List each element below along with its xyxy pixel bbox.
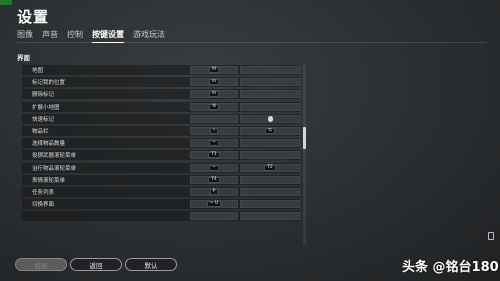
page-title: 设置 bbox=[17, 8, 50, 26]
keybinding-row: 治疗物品滚轮菜单 ~ T2 bbox=[22, 162, 300, 173]
key-cap: T4 bbox=[208, 176, 220, 183]
keybinding-label: 表情滚轮菜单 bbox=[32, 177, 66, 184]
key-cap: P bbox=[209, 189, 219, 195]
key-cap: ~ bbox=[209, 164, 219, 171]
secondary-key-slot[interactable]: T2 bbox=[240, 163, 300, 172]
key-cap: T2 bbox=[264, 164, 276, 171]
tab-sound[interactable]: 声音 bbox=[42, 29, 58, 43]
key-cap: N bbox=[209, 103, 219, 110]
key-cap: m bbox=[208, 79, 220, 86]
primary-key-slot[interactable] bbox=[190, 212, 238, 221]
section-heading: 界面 bbox=[17, 54, 30, 62]
secondary-key-slot[interactable]: ⇆ bbox=[240, 127, 300, 135]
key-cap: ~ U bbox=[206, 201, 222, 208]
keybinding-label: 删除标记 bbox=[32, 92, 55, 99]
tab-divider bbox=[17, 42, 487, 43]
keybinding-row: 标记我的位置 m bbox=[22, 77, 300, 88]
watermark: 头条 @铭台180 bbox=[402, 260, 499, 275]
primary-key-slot[interactable]: N bbox=[190, 102, 238, 111]
key-cap: ~ bbox=[209, 140, 219, 147]
secondary-key-slot[interactable] bbox=[240, 78, 300, 87]
tab-gameplay[interactable]: 游戏玩法 bbox=[133, 29, 165, 43]
primary-key-slot[interactable]: M bbox=[190, 66, 238, 74]
secondary-key-slot[interactable] bbox=[240, 200, 300, 209]
key-cap: I bbox=[210, 128, 218, 134]
primary-key-slot[interactable]: T1 bbox=[190, 151, 238, 160]
key-cap: M bbox=[209, 67, 219, 73]
settings-tabs: 图像 声音 控制 按键设置 游戏玩法 bbox=[17, 29, 165, 43]
primary-key-slot[interactable]: ~ bbox=[190, 163, 238, 172]
back-button[interactable]: 后退 bbox=[15, 258, 67, 271]
secondary-key-slot[interactable] bbox=[240, 188, 300, 196]
primary-key-slot[interactable]: I bbox=[190, 127, 238, 135]
keybinding-row: 任务列表 P bbox=[22, 187, 300, 197]
primary-key-slot[interactable] bbox=[190, 114, 238, 123]
secondary-key-slot[interactable] bbox=[240, 90, 300, 99]
key-cap: m bbox=[208, 91, 220, 98]
secondary-key-slot[interactable] bbox=[240, 151, 300, 160]
default-button[interactable]: 默认 bbox=[125, 258, 177, 271]
keybinding-row: 物品栏 I ⇆ bbox=[22, 126, 300, 136]
primary-key-slot[interactable]: T4 bbox=[190, 175, 238, 184]
keybinding-row: 表情滚轮菜单 T4 bbox=[22, 174, 300, 185]
keybinding-row: 投掷武器滚轮菜单 T1 bbox=[22, 150, 300, 161]
keybinding-label: 标记我的位置 bbox=[32, 80, 66, 87]
keybinding-row: 地图 M bbox=[22, 65, 300, 75]
keybinding-row: 快速标记 bbox=[22, 113, 300, 124]
primary-key-slot[interactable]: ~ U bbox=[190, 200, 238, 209]
mouse-icon bbox=[267, 115, 273, 122]
keybinding-label: 切换界面 bbox=[32, 202, 55, 209]
secondary-key-slot[interactable] bbox=[240, 175, 300, 184]
keybinding-label: 投掷武器滚轮菜单 bbox=[32, 153, 77, 160]
keybinding-label: 快速标记 bbox=[32, 116, 55, 123]
keybinding-row: 扩展小地图 N bbox=[22, 101, 300, 112]
keybinding-row: 选择物品数量 ~ bbox=[22, 138, 300, 149]
keybinding-label: 选择物品数量 bbox=[32, 141, 66, 148]
primary-key-slot[interactable]: m bbox=[190, 78, 238, 87]
keybinding-label: 任务列表 bbox=[32, 190, 55, 196]
tab-controls[interactable]: 控制 bbox=[67, 29, 83, 43]
secondary-key-slot[interactable] bbox=[240, 114, 300, 123]
keybinding-label: 物品栏 bbox=[32, 129, 49, 135]
keybinding-list: 地图 M 标记我的位置 m 删除标记 m 扩展小地图 N 快速标记物品栏 I ⇆ 选择物品数量 ~ 投掷武… bbox=[22, 65, 300, 245]
keybinding-label: 地图 bbox=[32, 68, 44, 74]
secondary-key-slot[interactable] bbox=[240, 139, 300, 148]
keybinding-label: 扩展小地图 bbox=[32, 104, 60, 111]
tab-keybindings[interactable]: 按键设置 bbox=[92, 29, 124, 43]
scrollbar[interactable] bbox=[303, 65, 306, 245]
return-button[interactable]: 返回 bbox=[70, 258, 122, 271]
tab-graphics[interactable]: 图像 bbox=[17, 29, 33, 43]
keybinding-label: 治疗物品滚轮菜单 bbox=[32, 165, 77, 172]
secondary-key-slot[interactable] bbox=[240, 66, 300, 74]
keybinding-row: 删除标记 m bbox=[22, 89, 300, 100]
primary-key-slot[interactable]: P bbox=[190, 188, 238, 196]
phone-icon bbox=[488, 232, 494, 240]
keybinding-row: 切换界面 ~ U bbox=[22, 199, 300, 210]
key-cap: ⇆ bbox=[265, 128, 275, 134]
status-badge bbox=[0, 0, 12, 5]
secondary-key-slot[interactable] bbox=[240, 102, 300, 111]
primary-key-slot[interactable]: ~ bbox=[190, 139, 238, 148]
key-cap: T1 bbox=[208, 152, 220, 159]
scrollbar-thumb[interactable] bbox=[303, 127, 306, 149]
keybinding-row bbox=[22, 211, 300, 222]
primary-key-slot[interactable]: m bbox=[190, 90, 238, 99]
secondary-key-slot[interactable] bbox=[240, 212, 300, 221]
